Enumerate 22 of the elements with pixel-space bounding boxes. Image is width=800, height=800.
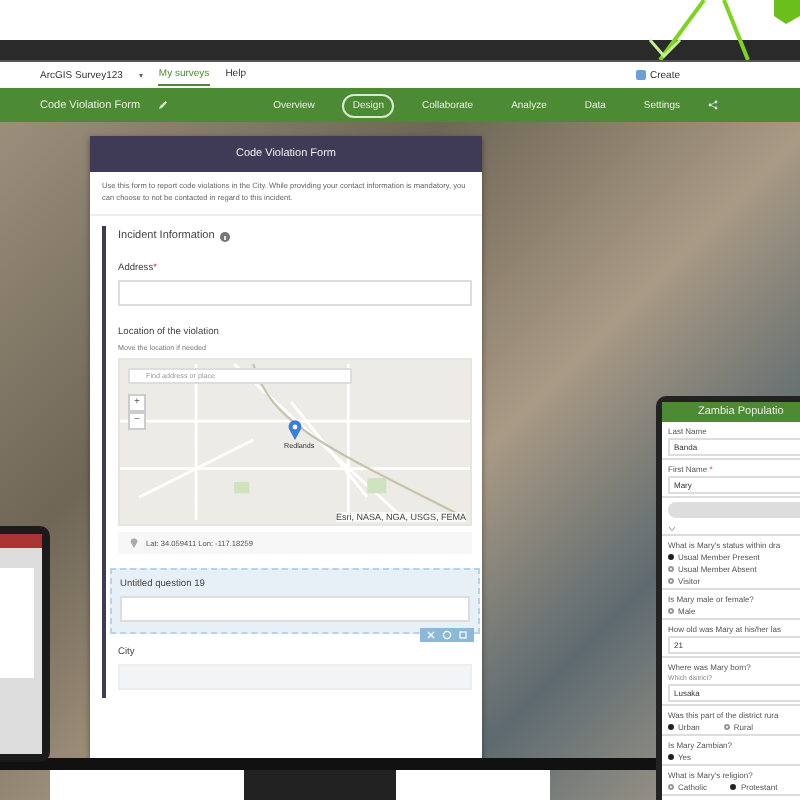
radio-button[interactable] — [668, 783, 674, 789]
radio-button[interactable] — [668, 565, 674, 571]
share-icon[interactable] — [708, 100, 718, 110]
question-toolbar[interactable] — [420, 628, 474, 642]
radio-button[interactable] — [668, 607, 674, 613]
radio-button[interactable] — [668, 753, 674, 759]
radio-button[interactable] — [668, 723, 674, 729]
input-field[interactable] — [120, 596, 470, 622]
radio-button[interactable] — [723, 723, 730, 729]
create-icon[interactable] — [635, 70, 646, 80]
info-icon[interactable] — [220, 231, 231, 241]
radio-button[interactable] — [668, 577, 674, 583]
pencil-icon[interactable] — [158, 100, 169, 110]
radio-button[interactable] — [730, 783, 737, 789]
location-icon — [130, 538, 138, 548]
map-pin-icon — [288, 420, 302, 440]
input-field[interactable] — [118, 280, 472, 306]
radio-button[interactable] — [668, 553, 674, 559]
square-icon[interactable] — [458, 630, 468, 640]
chevron-icon[interactable] — [668, 525, 676, 531]
close-icon[interactable] — [426, 630, 436, 640]
circle-icon[interactable] — [442, 630, 452, 640]
